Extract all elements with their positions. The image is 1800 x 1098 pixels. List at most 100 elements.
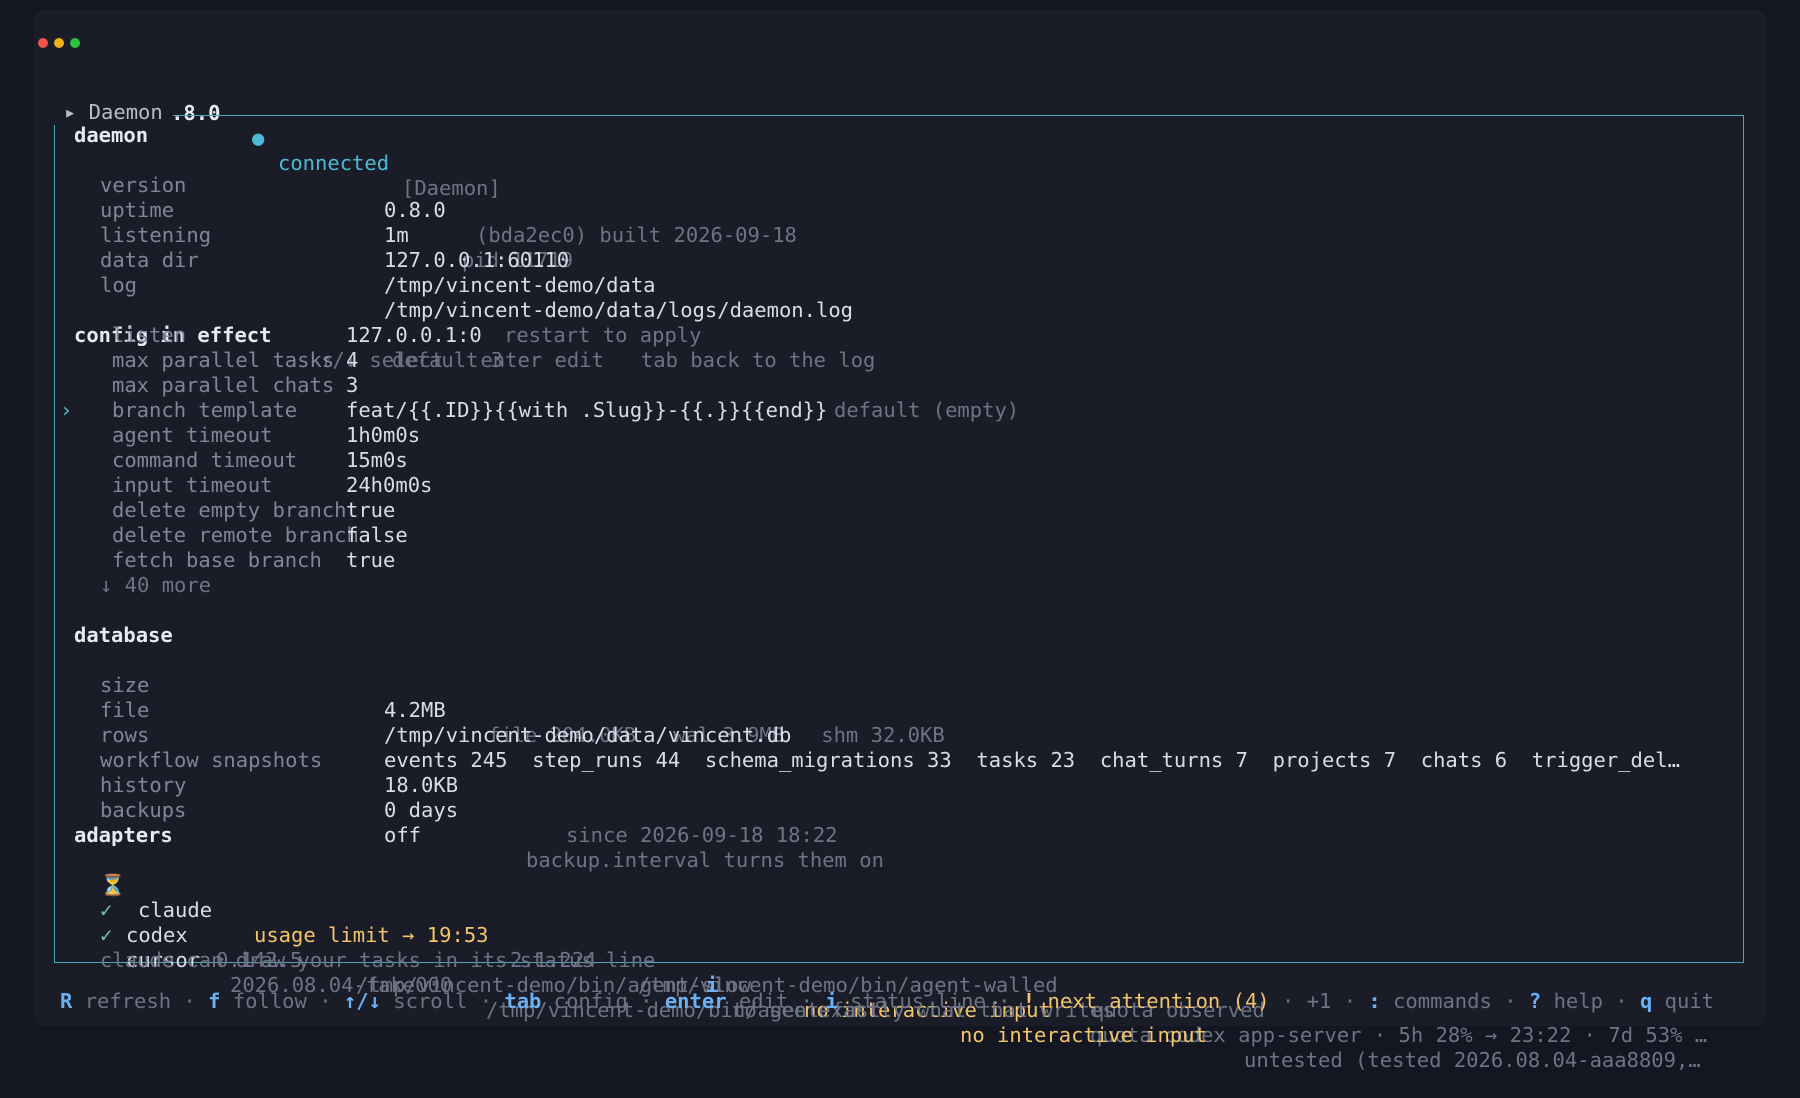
key-hint: ? (1528, 989, 1542, 1013)
daemon-log-row: log /tmp/vincent-demo/data/logs/daemon.l… (100, 248, 853, 322)
config-note: default (empty) (834, 398, 1020, 422)
config-note: restart to apply (504, 323, 702, 347)
row-value: 127.0.0.1:60110 (384, 248, 570, 272)
key-hint: ! (1022, 989, 1036, 1013)
footer-key--1[interactable]: +1 (1307, 989, 1332, 1013)
config-value: feat/{{.ID}}{{with .Slug}}-{{.}}{{end}} (346, 398, 828, 422)
config-label: delete remote branch (112, 523, 359, 547)
footer-key-edit[interactable]: enter edit (665, 989, 788, 1013)
row-value: /tmp/vincent-demo/data/vincent.db (384, 723, 792, 747)
footer-key-commands[interactable]: : commands (1368, 989, 1491, 1013)
config-label: fetch base branch (112, 548, 322, 572)
config-value: 127.0.0.1:0 (346, 323, 482, 347)
key-label: next attention (4) (1047, 989, 1270, 1013)
key-hint: ↑/↓ (343, 989, 381, 1013)
config-label: delete empty branch (112, 498, 347, 522)
row-extra: since 2026-09-18 18:22 (566, 823, 838, 847)
config-value: 24h0m0s (346, 473, 433, 497)
config-value: 4 (346, 348, 359, 372)
footer-key-config[interactable]: tab config (504, 989, 627, 1013)
key-hint: : (1368, 989, 1381, 1013)
key-hint: f (208, 989, 221, 1013)
key-label: follow (232, 989, 307, 1013)
row-label: log (100, 273, 138, 297)
adapter-row-codex[interactable]: ✓ codex 0.142.5 /tmp/vincent-demo/bin/ag… (100, 873, 1710, 1047)
config-value: 3 (346, 373, 359, 397)
key-hint: R (60, 989, 73, 1013)
config-value: true (346, 498, 396, 522)
daemon-data-dir-row: data dir /tmp/vincent-demo/data (100, 223, 656, 297)
key-hint: q (1639, 989, 1653, 1013)
separator: · (640, 989, 653, 1013)
row-extra: (bda2ec0) built 2026-09-18 (476, 223, 797, 247)
adapter-status: no interactive input (960, 1023, 1207, 1047)
key-label: edit (738, 989, 789, 1013)
row-value: /tmp/vincent-demo/data/logs/daemon.log (384, 298, 853, 322)
daemon-version-row: version 0.8.0 (bda2ec0) built 2026-09-18 (100, 148, 797, 247)
adapter-row-claude[interactable]: ⏳ claude usage limit → 19:53 2.1.224 /tm… (100, 848, 1710, 1022)
config-header: config in effect ↑/↓ select enter edit t… (74, 298, 875, 372)
database-history-row: history 0 days since 2026-09-18 18:22 (100, 748, 838, 847)
database-rows-row: rows events 245 step_runs 44 schema_migr… (100, 698, 1710, 772)
separator: · (998, 989, 1011, 1013)
key-label: commands (1393, 989, 1492, 1013)
key-label: quit (1664, 989, 1715, 1013)
database-heading: database (74, 623, 173, 647)
adapter-row-cursor[interactable]: ✓ cursor 2026.08.04-fake000 /tmp/vincent… (100, 898, 1710, 1072)
footer-key-status[interactable]: i status line (825, 989, 985, 1013)
config-label: branch template (112, 398, 298, 422)
config-more-indicator[interactable]: ↓ 40 more (100, 573, 211, 598)
row-value: off (384, 823, 422, 847)
row-label: backups (100, 798, 187, 822)
separator: · (1615, 989, 1628, 1013)
config-value: true (346, 548, 396, 572)
terminal-content: vincent 0.8.0 ● connected [Daemon] ▸ Dae… (34, 10, 1766, 1072)
footer-key-help[interactable]: ? help (1529, 989, 1603, 1013)
hint-text: claude can draw your tasks in its status… (100, 948, 656, 972)
footer-key-quit[interactable]: q quit (1640, 989, 1714, 1013)
separator: · (479, 989, 493, 1013)
database-size-row: size 4.2MB file 204.0KB wal 3.9MB shm 32… (100, 648, 945, 747)
config-value: 15m0s (346, 448, 408, 472)
footer-key-refresh[interactable]: R refresh (60, 989, 171, 1013)
daemon-uptime-row: uptime 1m pid 11719 (100, 173, 573, 272)
row-value: 18.0KB (384, 773, 459, 797)
database-backups-row: backups off backup.interval turns them o… (100, 773, 884, 872)
daemon-heading: daemon (74, 123, 149, 147)
statusline-hint: claude can draw your tasks in its status… (100, 923, 1115, 1022)
config-label: agent timeout (112, 423, 273, 447)
config-label: max parallel chats (112, 373, 335, 397)
row-value: 0 days (384, 798, 459, 822)
footer-key-next[interactable]: ! next attention (4) (1023, 989, 1270, 1013)
separator: · (1504, 989, 1517, 1013)
footer-key-scroll[interactable]: ↑/↓ scroll (344, 989, 467, 1013)
status-header: vincent 0.8.0 ● connected [Daemon] (60, 76, 501, 200)
separator: · (1343, 989, 1357, 1013)
panel-title: ▸ Daemon (54, 100, 173, 125)
separator: · (1282, 989, 1295, 1013)
config-note: default 3 (392, 348, 504, 372)
key-label: refresh (84, 989, 172, 1013)
adapters-heading: adapters (74, 823, 173, 847)
config-label: max parallel tasks (112, 348, 335, 372)
row-value: 0.8.0 (384, 198, 446, 222)
database-snapshots-row: workflow snapshots 18.0KB (100, 723, 458, 797)
keybinding-bar: R refresh · f follow · ↑/↓ scroll · tab … (60, 987, 1714, 1015)
terminal-window: vincent 0.8.0 ● connected [Daemon] ▸ Dae… (34, 10, 1766, 1072)
key-hint: i (825, 989, 838, 1013)
key-hint: enter (664, 989, 727, 1013)
adapter-status: usage limit → 19:53 (254, 923, 489, 947)
row-value: events 245 step_runs 44 schema_migration… (384, 748, 1680, 772)
key-hint: tab (504, 989, 542, 1013)
key-label: status line (850, 989, 986, 1013)
key-label: config (553, 989, 628, 1013)
footer-key-follow[interactable]: f follow (208, 989, 307, 1013)
separator: · (183, 989, 196, 1013)
separator: · (319, 989, 332, 1013)
adapter-note: untested (tested 2026.08.04-aaa8809, 202… (1244, 1048, 1710, 1072)
daemon-listening-row: listening 127.0.0.1:60110 (100, 198, 569, 272)
config-value: 1h0m0s (346, 423, 421, 447)
config-value: false (346, 523, 408, 547)
row-value: /tmp/vincent-demo/data (384, 273, 656, 297)
row-value: 1m (384, 223, 409, 247)
